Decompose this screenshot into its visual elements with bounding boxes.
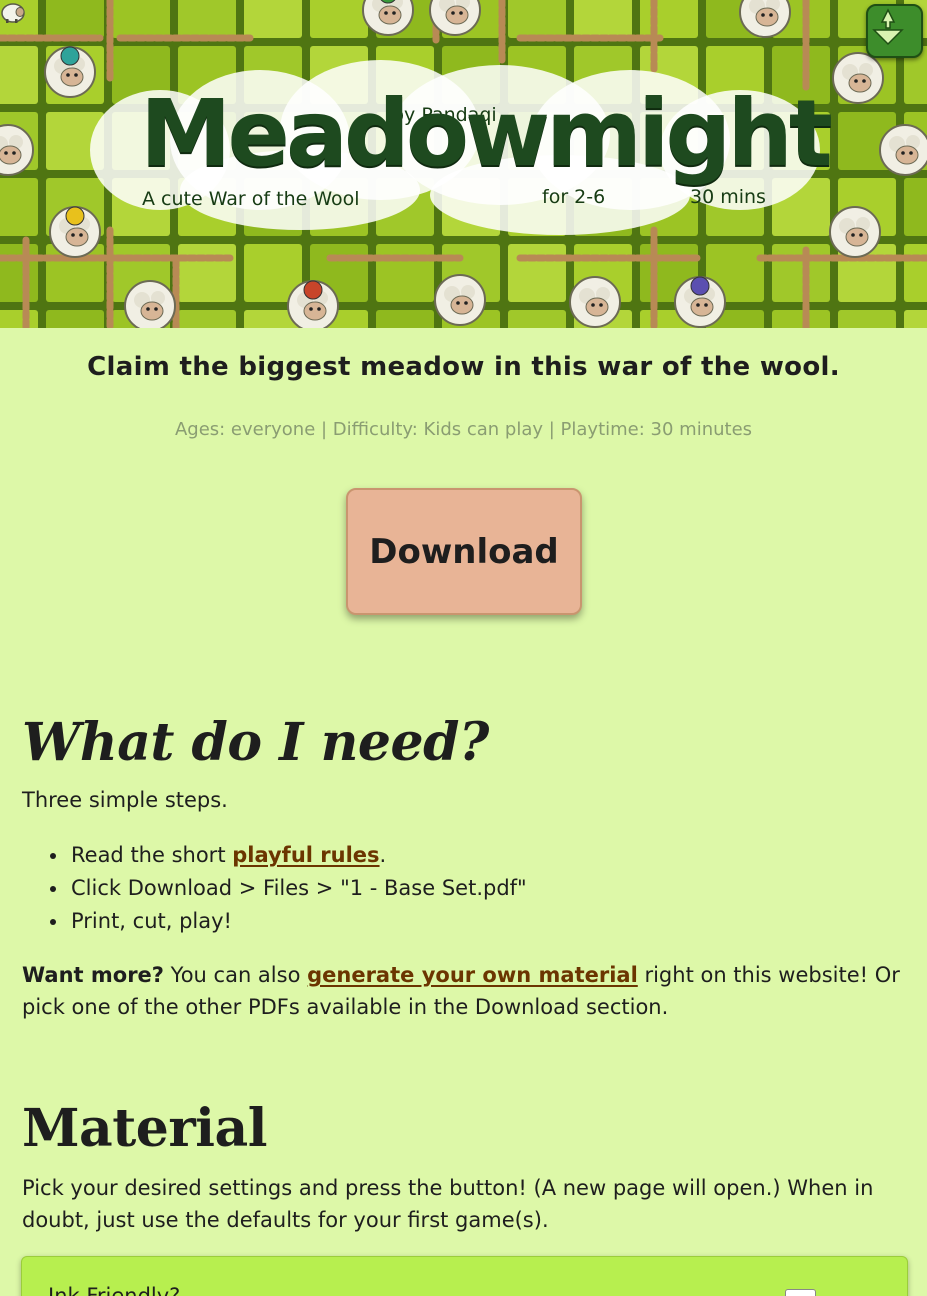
sheep-token bbox=[287, 280, 339, 328]
list-item: Click Download > Files > "1 - Base Set.p… bbox=[50, 872, 527, 905]
grass-tile bbox=[178, 244, 236, 302]
grass-tile bbox=[904, 244, 927, 302]
sheep-token bbox=[44, 46, 96, 98]
grass-tile bbox=[376, 244, 434, 302]
grass-tile bbox=[244, 0, 302, 38]
sheep-token bbox=[569, 276, 621, 328]
grass-tile bbox=[508, 244, 566, 302]
title-subtitle: A cute War of the Wool bbox=[142, 188, 360, 210]
grass-tile bbox=[0, 244, 38, 302]
grass-tile bbox=[0, 46, 38, 104]
grass-tile bbox=[0, 178, 38, 236]
grass-tile bbox=[904, 310, 927, 328]
step-text: Click Download > Files > "1 - Base Set.p… bbox=[71, 876, 527, 900]
scroll-down-button[interactable] bbox=[866, 4, 923, 58]
grass-tile bbox=[376, 310, 434, 328]
sheep-token bbox=[434, 274, 486, 326]
want-more-text: You can also bbox=[163, 963, 308, 987]
grass-tile bbox=[904, 178, 927, 236]
game-tagline: Claim the biggest meadow in this war of … bbox=[87, 352, 840, 382]
download-button[interactable]: Download bbox=[346, 488, 582, 615]
grass-tile bbox=[178, 0, 236, 38]
sheep-icon bbox=[1, 3, 25, 23]
material-description: Pick your desired settings and press the… bbox=[22, 1176, 874, 1232]
step-text: Read the short bbox=[71, 843, 233, 867]
game-title: Meadowmight bbox=[140, 80, 833, 187]
step-text: . bbox=[379, 843, 387, 867]
sheep-token bbox=[49, 206, 101, 258]
grass-tile bbox=[838, 310, 896, 328]
grass-tile bbox=[112, 0, 170, 38]
list-item: Print, cut, play! bbox=[50, 905, 527, 938]
title-player-count: for 2-6 bbox=[542, 186, 606, 208]
title-duration: 30 mins bbox=[690, 186, 766, 208]
sheep-token bbox=[879, 124, 927, 176]
arrow-down-icon bbox=[872, 8, 904, 46]
list-item: Read the short playful rules. bbox=[50, 839, 527, 872]
sheep-token bbox=[124, 280, 176, 328]
grass-tile bbox=[772, 244, 830, 302]
game-meta-info: Ages: everyone | Difficulty: Kids can pl… bbox=[174, 419, 753, 440]
grass-tile bbox=[772, 310, 830, 328]
section-heading-need: What do I need? bbox=[22, 712, 489, 773]
grass-tile bbox=[46, 0, 104, 38]
sheep-token bbox=[832, 52, 884, 104]
header-banner: by Pandaqi Meadowmight A cute War of the… bbox=[0, 0, 927, 328]
sheep-token bbox=[674, 276, 726, 328]
grass-tile bbox=[508, 310, 566, 328]
steps-list: Read the short playful rules. Click Down… bbox=[50, 839, 527, 938]
grass-tile bbox=[640, 0, 698, 38]
ink-friendly-checkbox[interactable] bbox=[785, 1289, 816, 1296]
want-more-paragraph: Want more? You can also generate your ow… bbox=[22, 959, 912, 1023]
ink-friendly-label: Ink Friendly? bbox=[48, 1284, 181, 1296]
want-more-label: Want more? bbox=[22, 963, 164, 987]
grass-tile bbox=[0, 310, 38, 328]
generate-material-link[interactable]: generate your own material bbox=[307, 963, 638, 987]
sheep-token bbox=[829, 206, 881, 258]
grass-tile bbox=[508, 0, 566, 38]
section-heading-material: Material bbox=[22, 1098, 267, 1159]
grass-tile bbox=[310, 0, 368, 38]
grass-tile bbox=[178, 310, 236, 328]
steps-intro: Three simple steps. bbox=[22, 788, 228, 812]
step-text: Print, cut, play! bbox=[71, 909, 232, 933]
settings-panel: Ink Friendly? bbox=[21, 1256, 908, 1296]
playful-rules-link[interactable]: playful rules bbox=[232, 843, 379, 867]
grass-tile bbox=[574, 0, 632, 38]
grass-tile bbox=[46, 310, 104, 328]
